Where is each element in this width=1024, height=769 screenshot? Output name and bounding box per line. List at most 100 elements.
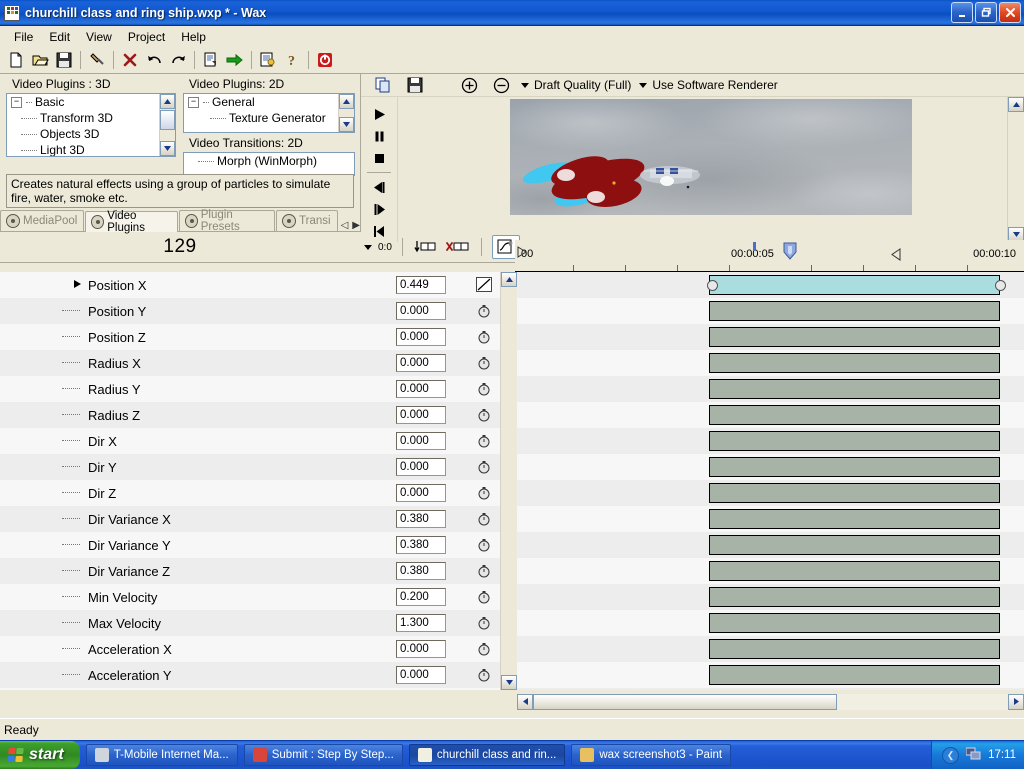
- table-row[interactable]: Position Z 0.000: [0, 324, 500, 350]
- track-row[interactable]: [517, 610, 1024, 636]
- tab-scroll-left-icon[interactable]: ◁: [341, 220, 349, 231]
- stopwatch-icon[interactable]: [476, 511, 494, 528]
- scroll-down-icon[interactable]: [160, 141, 175, 156]
- track-row[interactable]: [517, 298, 1024, 324]
- keyframe-track-bar[interactable]: [709, 483, 1000, 503]
- start-marker-icon[interactable]: [517, 246, 527, 261]
- tab-transitions[interactable]: Transi: [276, 210, 338, 231]
- tab-mediapool[interactable]: MediaPool: [0, 210, 84, 231]
- preview-canvas[interactable]: [510, 99, 912, 215]
- parameter-list-scrollbar[interactable]: [500, 272, 517, 690]
- keyframe-track-bar[interactable]: [709, 535, 1000, 555]
- stopwatch-icon[interactable]: [476, 641, 494, 658]
- table-row[interactable]: Acceleration X 0.000: [0, 636, 500, 662]
- scroll-up-icon[interactable]: [339, 94, 354, 109]
- parameter-value[interactable]: 0.380: [396, 510, 446, 528]
- tree-node[interactable]: Transform 3D: [7, 110, 175, 126]
- table-row[interactable]: Acceleration Y 0.000: [0, 662, 500, 688]
- scroll-up-icon[interactable]: [1008, 97, 1024, 112]
- playhead[interactable]: [783, 242, 797, 260]
- track-row[interactable]: [517, 636, 1024, 662]
- open-folder-icon[interactable]: [28, 49, 52, 71]
- collapse-toggle-icon[interactable]: −: [188, 97, 199, 108]
- tray-clock[interactable]: 17:11: [988, 749, 1016, 761]
- restore-button[interactable]: [975, 2, 997, 23]
- properties-icon[interactable]: [199, 49, 223, 71]
- pause-button[interactable]: [366, 125, 392, 147]
- scroll-thumb[interactable]: [160, 110, 175, 130]
- stopwatch-icon[interactable]: [476, 563, 494, 580]
- tree-node[interactable]: −General: [184, 94, 354, 110]
- tree-3d-scrollbar[interactable]: [159, 94, 175, 156]
- stopwatch-icon[interactable]: [476, 589, 494, 606]
- renderer-dropdown[interactable]: Use Software Renderer: [639, 78, 777, 92]
- track-row[interactable]: [517, 324, 1024, 350]
- table-row[interactable]: Position Y 0.000: [0, 298, 500, 324]
- parameter-value[interactable]: 1.300: [396, 614, 446, 632]
- scroll-up-icon[interactable]: [160, 94, 175, 109]
- start-button[interactable]: start: [0, 741, 80, 769]
- save-icon[interactable]: [52, 49, 76, 71]
- parameter-value[interactable]: 0.200: [396, 588, 446, 606]
- step-forward-button[interactable]: [366, 198, 392, 220]
- stop-record-icon[interactable]: [313, 49, 337, 71]
- track-row[interactable]: [517, 558, 1024, 584]
- taskbar-item[interactable]: T-Mobile Internet Ma...: [86, 744, 238, 766]
- keyframe-track-bar[interactable]: [709, 665, 1000, 685]
- scroll-up-icon[interactable]: [501, 272, 517, 287]
- scroll-down-icon[interactable]: [501, 675, 517, 690]
- table-row[interactable]: Dir Variance Y 0.380: [0, 532, 500, 558]
- track-row[interactable]: [517, 454, 1024, 480]
- track-row[interactable]: [517, 402, 1024, 428]
- parameter-value[interactable]: 0.380: [396, 536, 446, 554]
- tree-node[interactable]: Light 3D: [7, 142, 175, 157]
- parameter-value[interactable]: 0.000: [396, 328, 446, 346]
- parameter-value[interactable]: 0.000: [396, 484, 446, 502]
- keyframe-track-bar[interactable]: [709, 587, 1000, 607]
- curve-line-icon[interactable]: [476, 277, 494, 294]
- render-arrow-icon[interactable]: [223, 49, 247, 71]
- parameter-value[interactable]: 0.000: [396, 458, 446, 476]
- settings-doc-icon[interactable]: [256, 49, 280, 71]
- stopwatch-icon[interactable]: [476, 485, 494, 502]
- track-row[interactable]: [517, 662, 1024, 688]
- stopwatch-icon[interactable]: [476, 537, 494, 554]
- track-row[interactable]: [517, 532, 1024, 558]
- table-row[interactable]: Position X 0.449: [0, 272, 500, 298]
- end-marker-icon[interactable]: [890, 248, 901, 264]
- table-row[interactable]: Max Velocity 1.300: [0, 610, 500, 636]
- play-button[interactable]: [366, 103, 392, 125]
- track-row[interactable]: [517, 688, 1024, 690]
- table-row-partial[interactable]: [0, 688, 500, 690]
- scroll-right-icon[interactable]: [1008, 694, 1024, 710]
- zoom-out-icon[interactable]: [489, 74, 513, 96]
- table-row[interactable]: Dir X 0.000: [0, 428, 500, 454]
- track-row[interactable]: [517, 376, 1024, 402]
- parameter-value[interactable]: 0.380: [396, 562, 446, 580]
- keyframe-track-bar[interactable]: [709, 561, 1000, 581]
- keyframe-track-bar[interactable]: [709, 431, 1000, 451]
- tree-node[interactable]: Morph (WinMorph): [184, 153, 354, 169]
- help-question-icon[interactable]: ?: [280, 49, 304, 71]
- table-row[interactable]: Dir Variance Z 0.380: [0, 558, 500, 584]
- tree-node[interactable]: Objects 3D: [7, 126, 175, 142]
- save-icon[interactable]: [403, 74, 427, 96]
- timeline-ruler[interactable]: 00 00:00:05 00:00:10: [515, 240, 1024, 272]
- table-row[interactable]: Radius Z 0.000: [0, 402, 500, 428]
- build-hammer-icon[interactable]: [85, 49, 109, 71]
- preview-scrollbar[interactable]: [1007, 97, 1024, 242]
- keyframe-track-bar[interactable]: [709, 613, 1000, 633]
- stopwatch-icon[interactable]: [476, 459, 494, 476]
- table-row[interactable]: Dir Z 0.000: [0, 480, 500, 506]
- tree-node[interactable]: −Basic: [7, 94, 175, 110]
- track-row[interactable]: [517, 480, 1024, 506]
- stop-button[interactable]: [366, 147, 392, 169]
- keyframe-track-bar[interactable]: [709, 301, 1000, 321]
- tab-video-plugins[interactable]: Video Plugins: [85, 211, 178, 232]
- table-row[interactable]: Dir Y 0.000: [0, 454, 500, 480]
- parameter-value[interactable]: 0.000: [396, 432, 446, 450]
- new-file-icon[interactable]: [4, 49, 28, 71]
- tab-scroll-right-icon[interactable]: ▶: [352, 220, 360, 231]
- step-back-button[interactable]: [366, 176, 392, 198]
- stopwatch-icon[interactable]: [476, 615, 494, 632]
